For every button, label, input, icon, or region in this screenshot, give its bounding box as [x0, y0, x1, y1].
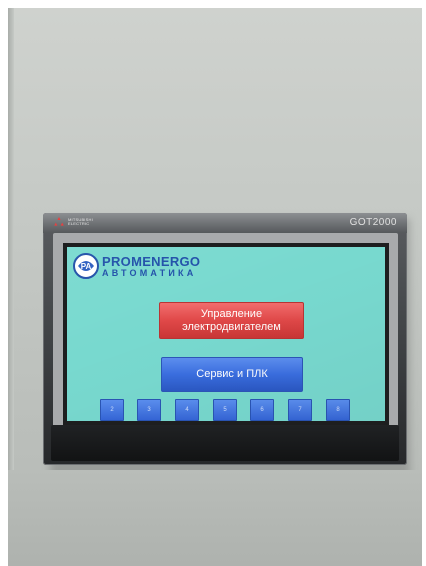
screen-number-buttons: 2 3 4 5 6 7 8 — [100, 399, 360, 421]
model-label: GOT2000 — [349, 217, 397, 228]
mitsubishi-brand: MITSUBISHI ELECTRIC — [53, 217, 93, 227]
bezel-bottom-strip — [51, 425, 399, 461]
screen-button-5[interactable]: 5 — [213, 399, 237, 421]
screen-button-2[interactable]: 2 — [100, 399, 124, 421]
mitsubishi-logo-icon — [54, 217, 64, 226]
pa-emblem-icon: PA — [73, 253, 99, 279]
logo-title: PROMENERGO — [102, 253, 201, 269]
cabinet-lower-area — [8, 470, 422, 566]
motor-control-button[interactable]: Управление электродвигателем — [159, 302, 304, 339]
hmi-top-bezel: MITSUBISHI ELECTRIC GOT2000 — [43, 213, 407, 233]
logo-subtitle: АВТОМАТИКА — [102, 267, 197, 278]
screen-button-4[interactable]: 4 — [175, 399, 199, 421]
screen-button-6[interactable]: 6 — [250, 399, 274, 421]
screen-button-7[interactable]: 7 — [288, 399, 312, 421]
touch-screen: PA PROMENERGO АВТОМАТИКА Управление элек… — [67, 247, 385, 421]
hmi-panel: MITSUBISHI ELECTRIC GOT2000 PA PROMENERG… — [43, 213, 407, 465]
promenergo-logo: PA PROMENERGO АВТОМАТИКА — [73, 253, 200, 279]
service-plc-button[interactable]: Сервис и ПЛК — [161, 357, 303, 392]
brand-line-2: ELECTRIC — [68, 221, 90, 226]
screen-button-8[interactable]: 8 — [326, 399, 350, 421]
screen-button-3[interactable]: 3 — [137, 399, 161, 421]
emblem-text: PA — [81, 262, 92, 271]
